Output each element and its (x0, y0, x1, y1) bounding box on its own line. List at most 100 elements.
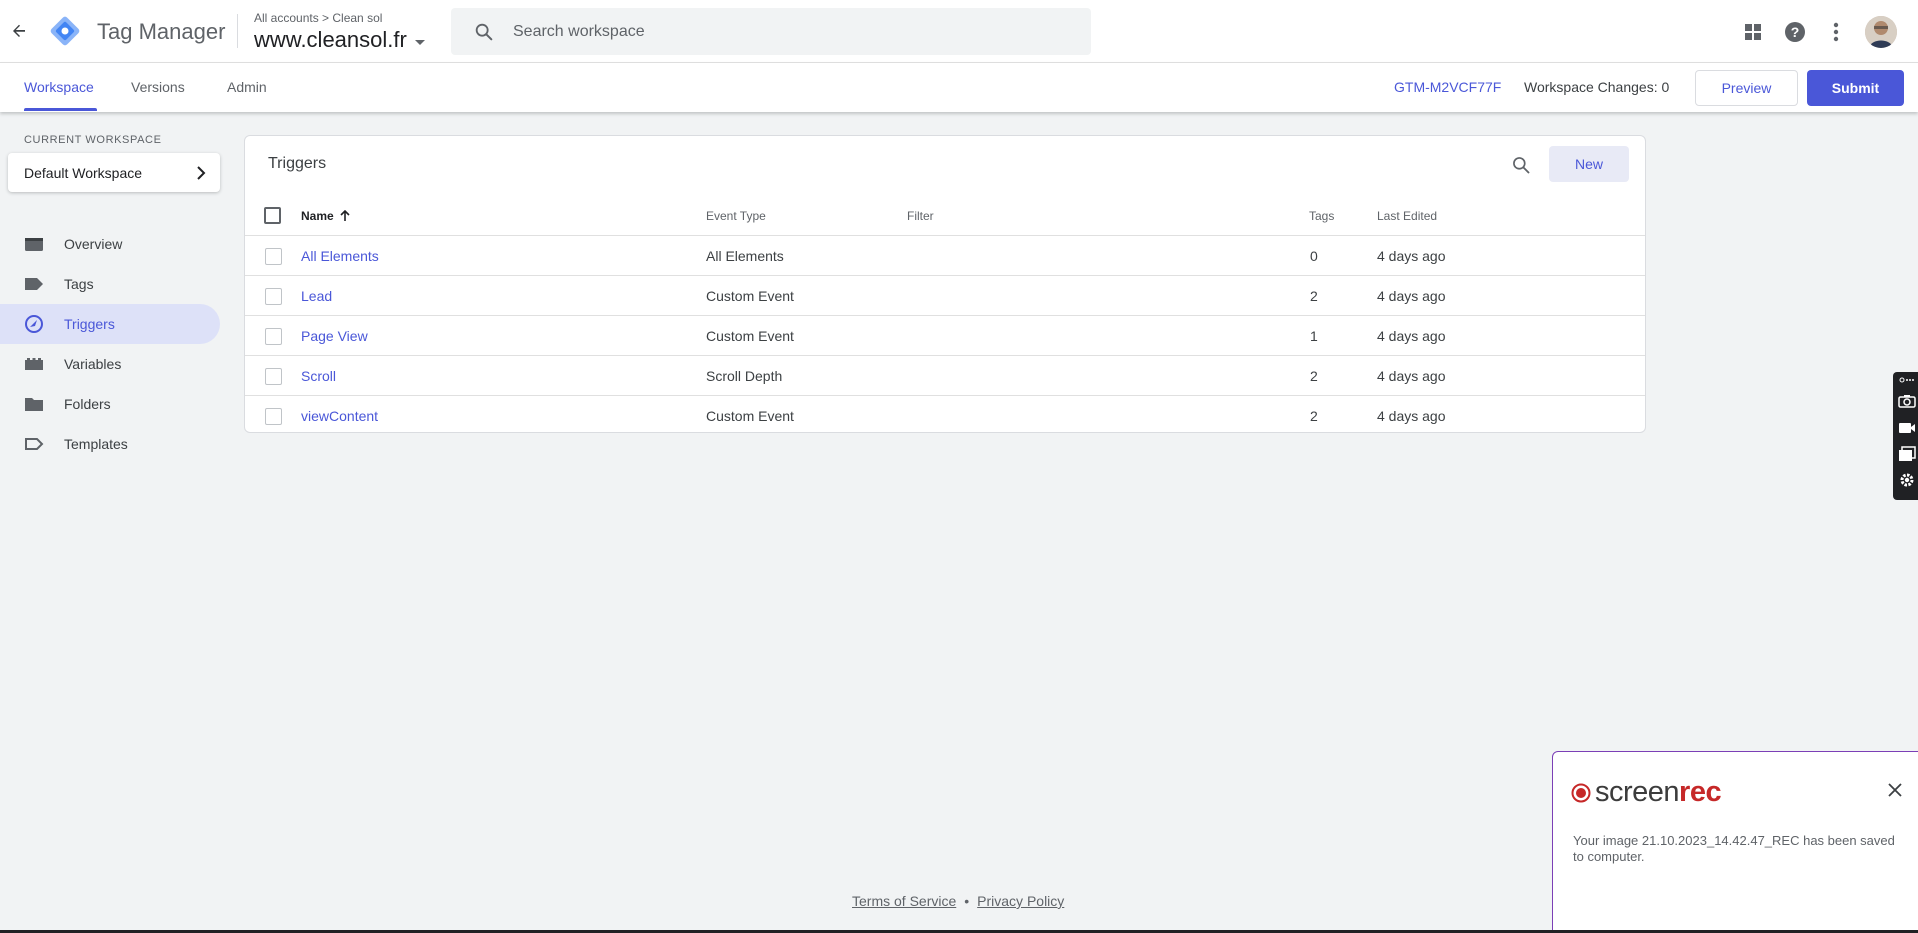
sidebar-item-label: Folders (64, 396, 111, 412)
camera-icon[interactable] (1897, 392, 1917, 410)
active-tab-indicator (24, 108, 97, 111)
tag-count: 1 (1310, 328, 1318, 344)
last-edited: 4 days ago (1377, 368, 1446, 384)
event-type: Scroll Depth (706, 368, 783, 384)
last-edited: 4 days ago (1377, 328, 1446, 344)
table-row[interactable]: Scroll Scroll Depth 2 4 days ago (245, 356, 1645, 396)
sidebar-item-variables[interactable]: Variables (0, 344, 220, 384)
row-checkbox[interactable] (265, 408, 282, 425)
search-bar[interactable] (451, 8, 1091, 55)
workspace-selector[interactable]: Default Workspace (8, 153, 220, 192)
notification-message: Your image 21.10.2023_14.42.47_REC has b… (1573, 833, 1895, 864)
column-header-event-type[interactable]: Event Type (706, 209, 766, 223)
preview-button[interactable]: Preview (1695, 70, 1798, 106)
container-id-link[interactable]: GTM-M2VCF77F (1394, 79, 1501, 95)
event-type: Custom Event (706, 408, 794, 424)
close-icon[interactable] (1885, 780, 1905, 800)
tab-versions[interactable]: Versions (131, 79, 185, 95)
overview-icon (24, 234, 44, 254)
column-name-label: Name (301, 209, 334, 223)
column-header-filter: Filter (907, 209, 934, 223)
workspace-nav-bar: Workspace Versions Admin GTM-M2VCF77F Wo… (0, 63, 1918, 112)
sidebar-item-folders[interactable]: Folders (0, 384, 220, 424)
row-checkbox[interactable] (265, 248, 282, 265)
search-input[interactable] (513, 22, 1073, 41)
search-icon (473, 21, 495, 43)
more-vert-icon[interactable] (1824, 20, 1848, 44)
sidebar-item-label: Variables (64, 356, 122, 372)
trigger-name-link[interactable]: Lead (301, 288, 332, 304)
workspace-name: Default Workspace (24, 164, 143, 181)
top-bar: Tag Manager All accounts > Clean sol www… (0, 0, 1918, 63)
select-all-checkbox[interactable] (264, 207, 281, 224)
variables-icon (24, 354, 44, 374)
column-header-last-edited[interactable]: Last Edited (1377, 209, 1437, 223)
drag-handle-icon[interactable] (1897, 374, 1917, 386)
table-row[interactable]: All Elements All Elements 0 4 days ago (245, 236, 1645, 276)
container-selector[interactable]: www.cleansol.fr (254, 27, 425, 53)
video-record-icon[interactable] (1897, 419, 1917, 437)
back-arrow-icon[interactable] (8, 20, 30, 42)
event-type: Custom Event (706, 288, 794, 304)
tag-count: 2 (1310, 408, 1318, 424)
sidebar-item-label: Templates (64, 436, 128, 452)
sidebar-item-label: Tags (64, 276, 94, 292)
tag-count: 2 (1310, 288, 1318, 304)
tag-count: 2 (1310, 368, 1318, 384)
column-header-name[interactable]: Name (301, 209, 350, 223)
sidebar-item-triggers[interactable]: Triggers (0, 304, 220, 344)
caret-down-icon (414, 39, 425, 45)
sidebar-item-overview[interactable]: Overview (0, 224, 220, 264)
trigger-name-link[interactable]: All Elements (301, 248, 379, 264)
terms-of-service-link[interactable]: Terms of Service (852, 893, 956, 909)
trigger-name-link[interactable]: viewContent (301, 408, 378, 424)
tag-icon (24, 274, 44, 294)
table-row[interactable]: Page View Custom Event 1 4 days ago (245, 316, 1645, 356)
workspace-changes-count: Workspace Changes: 0 (1524, 79, 1670, 95)
table-row[interactable]: Lead Custom Event 2 4 days ago (245, 276, 1645, 316)
search-icon[interactable] (1509, 153, 1533, 177)
screenrec-brand: screenrec (1595, 776, 1722, 808)
last-edited: 4 days ago (1377, 288, 1446, 304)
template-icon (24, 434, 44, 454)
sort-arrow-up-icon (340, 210, 350, 221)
user-avatar[interactable] (1865, 16, 1897, 48)
svg-text:?: ? (1791, 24, 1800, 40)
tag-manager-logo[interactable] (48, 14, 82, 48)
card-title: Triggers (268, 155, 327, 172)
row-checkbox[interactable] (265, 288, 282, 305)
sidebar-item-label: Overview (64, 236, 123, 252)
app-title: Tag Manager (97, 19, 226, 44)
sidebar-item-templates[interactable]: Templates (0, 424, 220, 464)
event-type: Custom Event (706, 328, 794, 344)
tag-count: 0 (1310, 248, 1318, 264)
trigger-name-link[interactable]: Page View (301, 328, 368, 344)
table-row[interactable]: viewContent Custom Event 2 4 days ago (245, 396, 1645, 436)
tab-admin[interactable]: Admin (227, 79, 267, 95)
table-header: Name Event Type Filter Tags Last Edited (245, 196, 1645, 236)
gallery-icon[interactable] (1897, 445, 1917, 463)
footer-separator: • (964, 893, 970, 909)
folder-icon (24, 394, 44, 414)
new-trigger-button[interactable]: New (1549, 146, 1629, 182)
screenrec-logo: screenrec (1571, 776, 1722, 809)
help-icon[interactable]: ? (1783, 20, 1807, 44)
footer: Terms of Service • Privacy Policy (852, 893, 1064, 909)
sidebar-item-tags[interactable]: Tags (0, 264, 220, 304)
container-name: www.cleansol.fr (254, 27, 407, 52)
sidebar-item-label: Triggers (64, 316, 115, 332)
settings-gear-icon[interactable] (1897, 471, 1917, 489)
trigger-name-link[interactable]: Scroll (301, 368, 336, 384)
row-checkbox[interactable] (265, 368, 282, 385)
last-edited: 4 days ago (1377, 408, 1446, 424)
row-checkbox[interactable] (265, 328, 282, 345)
privacy-policy-link[interactable]: Privacy Policy (977, 893, 1064, 909)
tab-workspace[interactable]: Workspace (24, 79, 94, 95)
breadcrumb[interactable]: All accounts > Clean sol (254, 11, 382, 25)
apps-grid-icon[interactable] (1741, 20, 1765, 44)
screenrec-notification: screenrec Your image 21.10.2023_14.42.47… (1552, 751, 1918, 931)
column-header-tags[interactable]: Tags (1309, 209, 1334, 223)
current-workspace-label: CURRENT WORKSPACE (24, 134, 162, 146)
last-edited: 4 days ago (1377, 248, 1446, 264)
submit-button[interactable]: Submit (1807, 70, 1904, 106)
